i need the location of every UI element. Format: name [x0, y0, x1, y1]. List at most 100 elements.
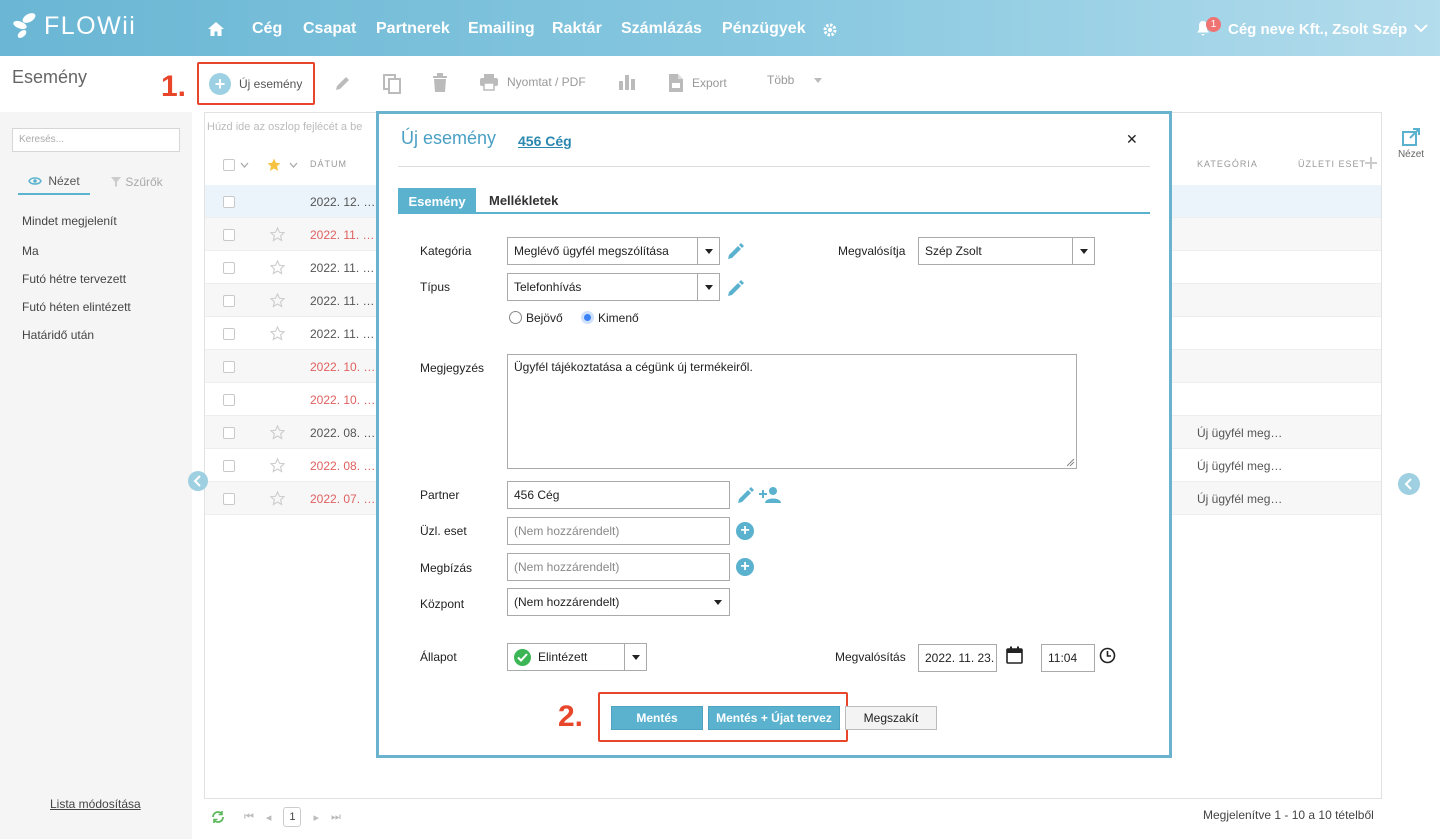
sidebar-item-done-this-week[interactable]: Futó héten elintézett [22, 300, 131, 314]
partner-input[interactable]: 456 Cég [507, 481, 730, 509]
star-outline-icon[interactable] [270, 491, 285, 506]
pencil-icon[interactable] [726, 242, 745, 261]
row-checkbox[interactable] [223, 196, 235, 208]
copy-button[interactable] [382, 73, 402, 95]
row-checkbox[interactable] [223, 361, 235, 373]
add-person-icon[interactable] [759, 486, 783, 504]
add-business-case-icon[interactable]: + [736, 522, 754, 540]
company-user-menu[interactable]: Cég neve Kft., Zsolt Szép [1228, 21, 1407, 38]
refresh-icon[interactable] [210, 810, 226, 824]
realized-by-select[interactable]: Szép Zsolt [918, 237, 1095, 265]
realized-by-label: Megvalósítja [838, 244, 906, 258]
export-button[interactable]: Export [668, 73, 727, 93]
clock-icon[interactable] [1099, 647, 1116, 664]
notification-badge[interactable]: 1 [1206, 17, 1221, 32]
nav-item-partnerek[interactable]: Partnerek [376, 20, 450, 38]
sidebar-item-today[interactable]: Ma [22, 244, 39, 258]
close-icon[interactable]: ✕ [1126, 131, 1138, 148]
resize-handle-icon[interactable] [1066, 458, 1075, 467]
nav-item-ceg[interactable]: Cég [252, 20, 282, 38]
column-header-business-case[interactable]: ÜZLETI ESET [1298, 159, 1366, 169]
star-outline-icon[interactable] [270, 326, 285, 341]
sidebar-item-planned-this-week[interactable]: Futó hétre tervezett [22, 272, 126, 286]
pencil-icon[interactable] [726, 279, 745, 298]
app-logo[interactable]: FLOWii [12, 11, 136, 41]
star-outline-icon[interactable] [270, 425, 285, 440]
direction-outgoing-radio[interactable] [581, 311, 594, 324]
row-checkbox[interactable] [223, 229, 235, 241]
save-button[interactable]: Mentés [611, 706, 703, 730]
category-select[interactable]: Meglévő ügyfél megszólítása [507, 237, 720, 265]
center-select[interactable]: (Nem hozzárendelt) [507, 588, 730, 616]
nav-item-penzugyek[interactable]: Pénzügyek [722, 20, 806, 38]
statistics-button[interactable] [618, 73, 636, 91]
note-textarea[interactable]: Ügyfél tájékoztatása a cégünk új terméke… [507, 354, 1077, 469]
edit-button[interactable] [333, 73, 353, 93]
current-page[interactable]: 1 [283, 807, 302, 827]
realization-time-input[interactable]: 11:04 [1041, 644, 1095, 672]
view-panel-toggle[interactable]: Nézet [1397, 127, 1425, 160]
sidebar-item-overdue[interactable]: Határidő után [22, 328, 94, 342]
home-icon[interactable] [207, 21, 225, 37]
tab-attachments[interactable]: Mellékletek [489, 193, 558, 208]
column-header-date[interactable]: DÁTUM [310, 159, 347, 169]
prev-page-icon[interactable]: ◂ [266, 811, 272, 824]
row-checkbox[interactable] [223, 460, 235, 472]
collapse-right-button[interactable] [1398, 473, 1420, 495]
row-checkbox[interactable] [223, 262, 235, 274]
star-icon[interactable] [267, 158, 281, 172]
status-select[interactable]: Elintézett [507, 643, 647, 671]
nav-item-csapat[interactable]: Csapat [303, 20, 356, 38]
chevron-down-icon[interactable] [1414, 24, 1428, 33]
new-event-button[interactable]: + Új esemény [209, 73, 302, 95]
tab-view[interactable]: Nézet [18, 169, 90, 195]
star-outline-icon[interactable] [270, 227, 285, 242]
pencil-icon[interactable] [736, 486, 755, 505]
direction-incoming-radio[interactable] [509, 311, 522, 324]
cancel-button[interactable]: Megszakít [845, 706, 937, 730]
list-edit-link[interactable]: Lista módosítása [50, 797, 141, 811]
star-outline-icon[interactable] [270, 293, 285, 308]
type-select[interactable]: Telefonhívás [507, 273, 720, 301]
sidebar-item-show-all[interactable]: Mindet megjelenít [22, 214, 117, 228]
print-pdf-button[interactable]: Nyomtat / PDF [479, 73, 586, 91]
calendar-icon[interactable] [1006, 646, 1023, 664]
star-outline-icon[interactable] [270, 260, 285, 275]
row-checkbox[interactable] [223, 295, 235, 307]
nav-item-raktar[interactable]: Raktár [552, 20, 602, 38]
collapse-left-button[interactable] [188, 471, 208, 491]
row-checkbox[interactable] [223, 394, 235, 406]
chevron-down-icon[interactable] [289, 162, 298, 168]
business-case-input[interactable]: (Nem hozzárendelt) [507, 517, 730, 545]
delete-button[interactable] [432, 73, 448, 93]
status-dropdown-button[interactable] [624, 644, 646, 670]
assignment-input[interactable]: (Nem hozzárendelt) [507, 553, 730, 581]
type-dropdown-button[interactable] [697, 274, 719, 300]
select-all-checkbox[interactable] [223, 159, 235, 171]
next-page-icon[interactable]: ▸ [313, 811, 319, 824]
search-input[interactable]: Keresés... [12, 128, 180, 152]
nav-item-emailing[interactable]: Emailing [468, 20, 535, 38]
realization-date-input[interactable]: 2022. 11. 23. [918, 644, 997, 672]
star-outline-icon[interactable] [270, 458, 285, 473]
center-dropdown-button[interactable] [707, 589, 729, 615]
add-column-icon[interactable] [1365, 157, 1377, 169]
realized-by-dropdown-button[interactable] [1072, 238, 1094, 264]
column-header-category[interactable]: KATEGÓRIA [1197, 159, 1258, 169]
more-dropdown[interactable]: Több [767, 73, 823, 87]
category-dropdown-button[interactable] [697, 238, 719, 264]
gear-icon[interactable] [822, 22, 838, 38]
add-assignment-icon[interactable]: + [736, 558, 754, 576]
tab-event[interactable]: Esemény [398, 188, 476, 214]
row-checkbox[interactable] [223, 328, 235, 340]
last-page-icon[interactable]: ⏭ [331, 811, 341, 824]
first-page-icon[interactable]: ⏮ [244, 811, 254, 824]
save-and-new-button[interactable]: Mentés + Újat tervez [708, 706, 840, 730]
chevron-left-icon [193, 475, 201, 487]
nav-item-szamlazas[interactable]: Számlázás [621, 20, 702, 38]
tab-filters[interactable]: Szűrők [104, 169, 170, 195]
row-checkbox[interactable] [223, 427, 235, 439]
row-checkbox[interactable] [223, 493, 235, 505]
chevron-down-icon[interactable] [240, 162, 249, 168]
modal-partner-link[interactable]: 456 Cég [518, 133, 572, 149]
